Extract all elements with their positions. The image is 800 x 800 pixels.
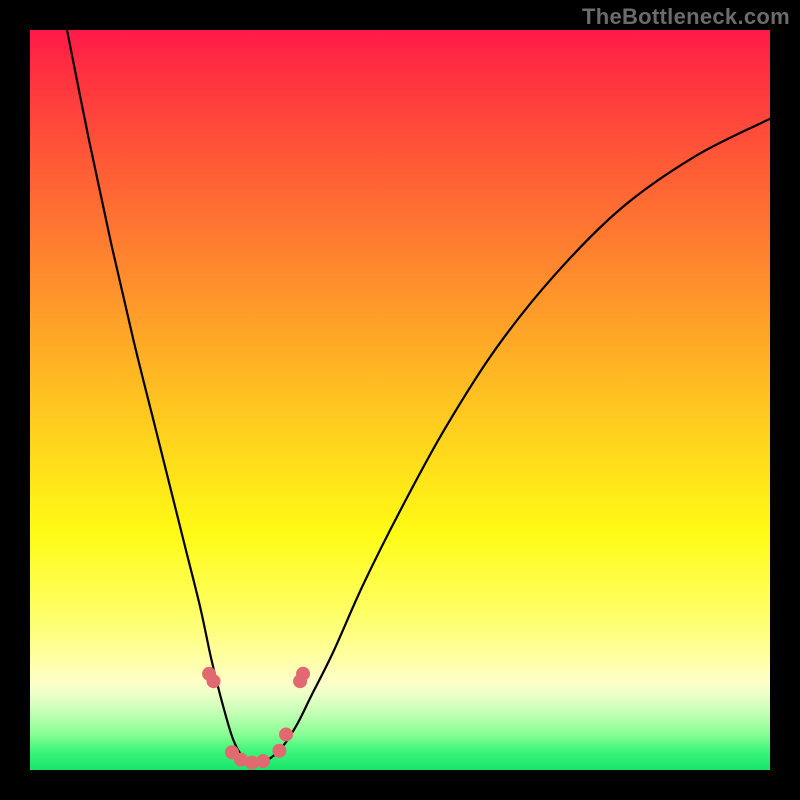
- data-marker: [207, 674, 221, 688]
- data-marker: [256, 754, 270, 768]
- plot-area: [30, 30, 770, 770]
- data-markers: [202, 667, 310, 770]
- watermark-text: TheBottleneck.com: [582, 4, 790, 30]
- chart-frame: TheBottleneck.com: [0, 0, 800, 800]
- bottleneck-curve: [30, 30, 770, 770]
- data-marker: [296, 667, 310, 681]
- data-marker: [272, 744, 286, 758]
- data-marker: [279, 727, 293, 741]
